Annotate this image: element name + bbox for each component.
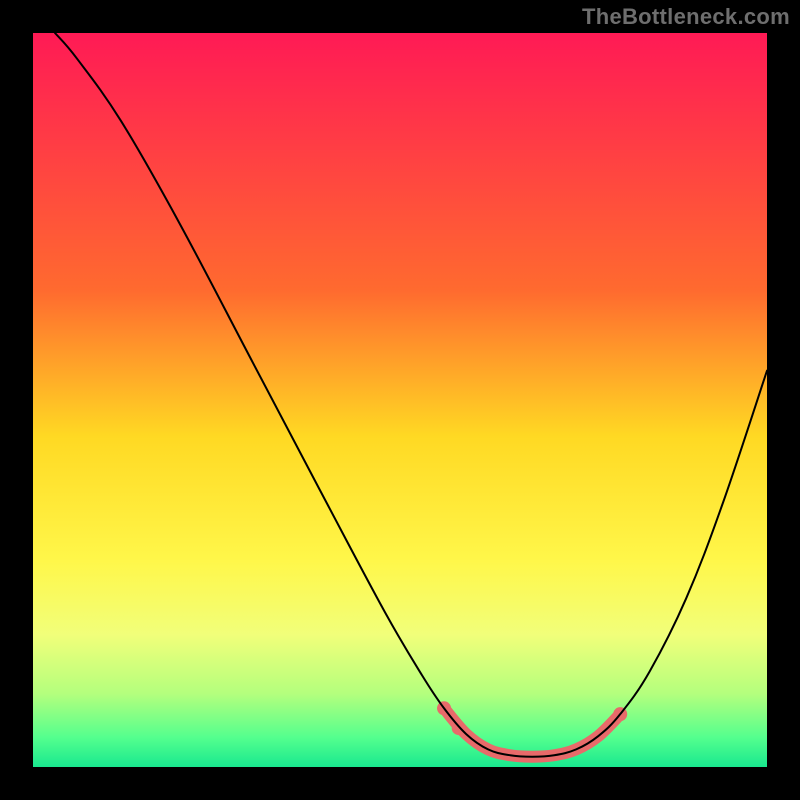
chart-frame: TheBottleneck.com — [0, 0, 800, 800]
watermark-text: TheBottleneck.com — [582, 4, 790, 30]
bottleneck-chart — [33, 33, 767, 767]
chart-svg — [33, 33, 767, 767]
